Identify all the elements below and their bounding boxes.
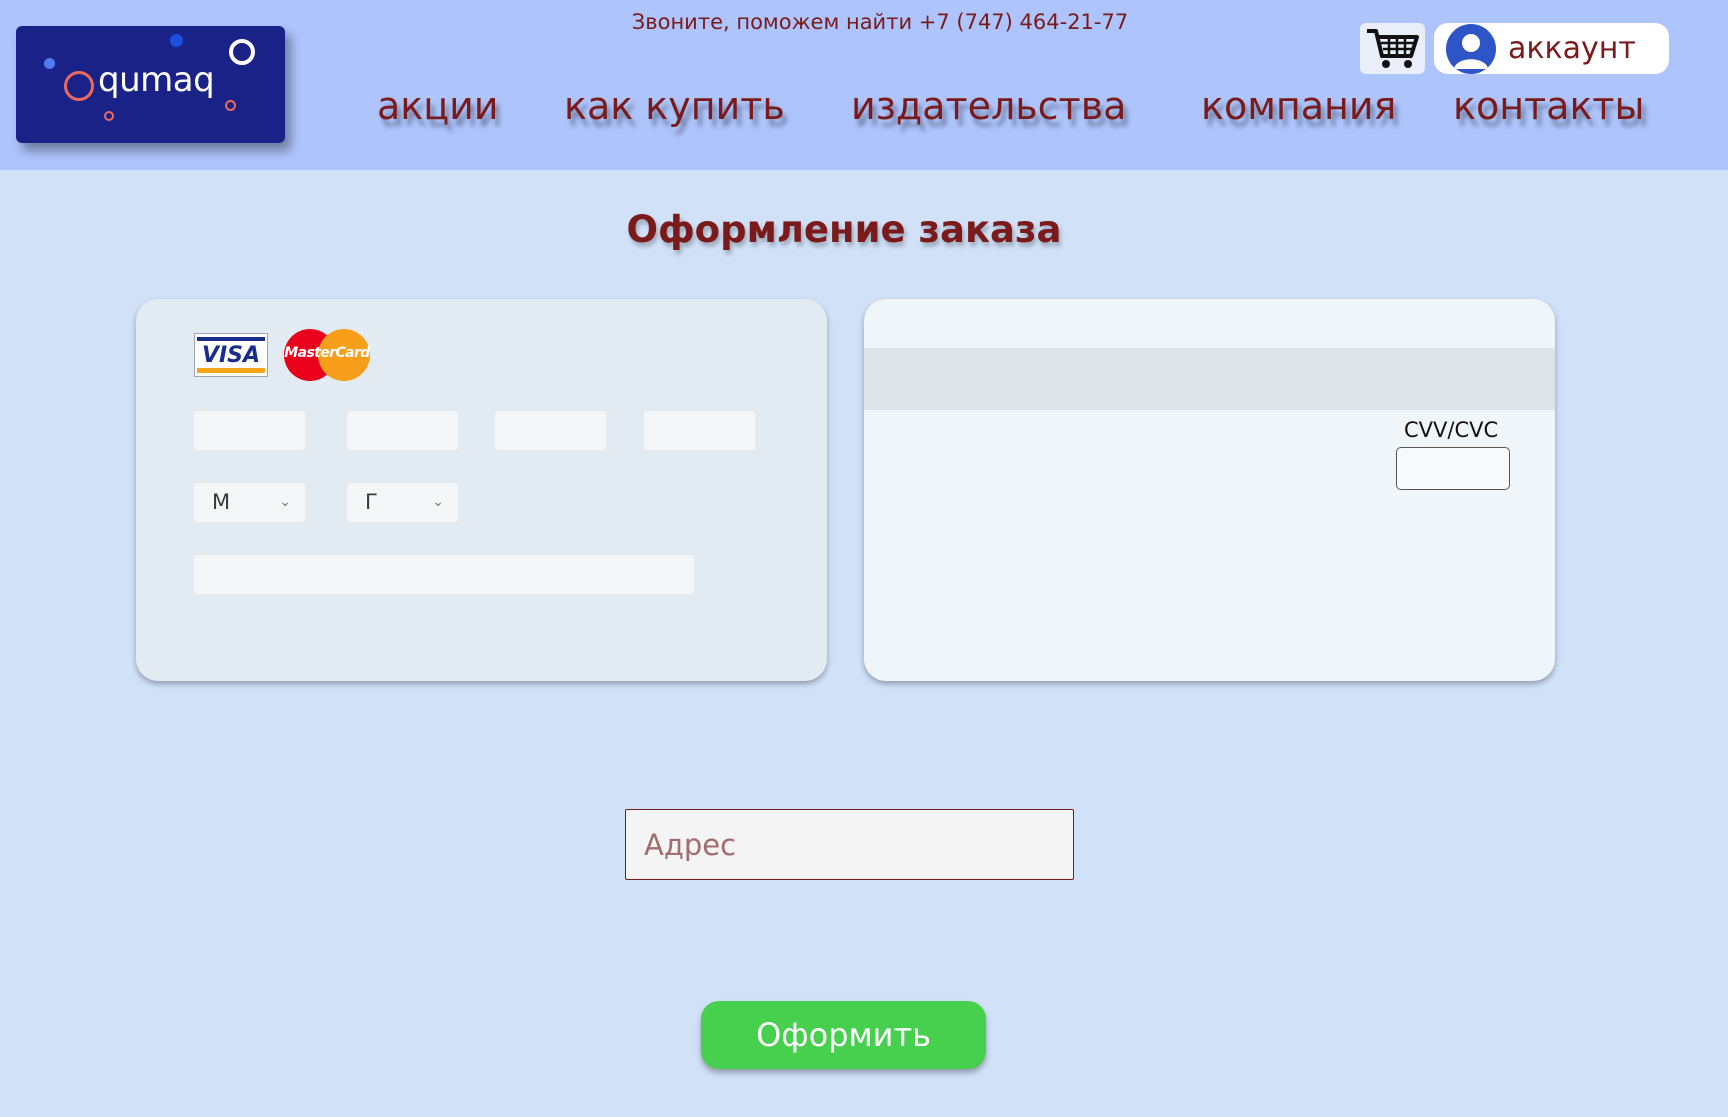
expiry-year-select[interactable]: Г ⌄ xyxy=(347,483,458,522)
expiry-month-value: М xyxy=(212,490,231,514)
page-title: Оформление заказа xyxy=(626,208,1062,251)
logo-dot xyxy=(225,100,236,111)
nav-item-company[interactable]: компания xyxy=(1201,84,1396,128)
chevron-down-icon: ⌄ xyxy=(279,494,291,510)
nav-item-promotions[interactable]: акции xyxy=(377,84,499,128)
expiry-month-select[interactable]: М ⌄ xyxy=(194,483,305,522)
site-logo[interactable]: qumaq xyxy=(16,26,285,143)
card-number-group-1[interactable] xyxy=(194,411,305,450)
card-number-group-3[interactable] xyxy=(495,411,606,450)
account-button[interactable]: аккаунт xyxy=(1434,23,1669,74)
user-avatar-icon xyxy=(1446,24,1496,74)
logo-dot xyxy=(64,71,94,101)
logo-dot xyxy=(104,111,114,121)
card-number-group-2[interactable] xyxy=(347,411,458,450)
nav-item-contacts[interactable]: контакты xyxy=(1453,84,1645,128)
logo-text: qumaq xyxy=(98,60,215,100)
logo-dot xyxy=(170,34,183,47)
cart-button[interactable] xyxy=(1360,23,1425,74)
logo-dot xyxy=(229,39,255,65)
visa-logo: VISA xyxy=(194,333,268,377)
logo-dot xyxy=(44,58,55,69)
address-input[interactable] xyxy=(625,809,1074,880)
nav-item-how-to-buy[interactable]: как купить xyxy=(564,84,785,128)
expiry-year-value: Г xyxy=(365,490,378,514)
card-front: VISA MasterCard М ⌄ Г ⌄ xyxy=(136,299,827,681)
card-number-group-4[interactable] xyxy=(644,411,755,450)
submit-order-button[interactable]: Оформить xyxy=(701,1001,986,1069)
chevron-down-icon: ⌄ xyxy=(432,494,444,510)
site-header: qumaq Звоните, поможем найти +7 (747) 46… xyxy=(0,0,1728,170)
nav-item-publishers[interactable]: издательства xyxy=(851,84,1126,128)
card-back: CVV/CVC xyxy=(864,299,1555,681)
mastercard-logo: MasterCard xyxy=(284,329,370,381)
account-label: аккаунт xyxy=(1508,31,1636,66)
magnetic-stripe xyxy=(864,348,1555,410)
cvv-input[interactable] xyxy=(1396,447,1510,490)
cardholder-name-field[interactable] xyxy=(194,555,694,594)
cart-icon xyxy=(1366,28,1419,68)
cvv-label: CVV/CVC xyxy=(1404,418,1499,442)
